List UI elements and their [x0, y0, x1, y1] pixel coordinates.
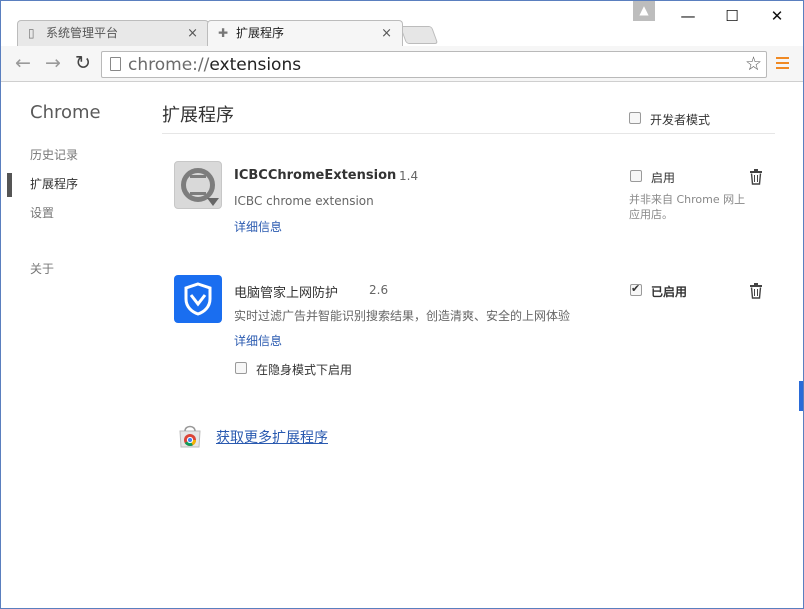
extension-version: 1.4 — [399, 169, 419, 183]
extension-description: 实时过滤广告并智能识别搜索结果，创造清爽、安全的上网体验 — [234, 309, 571, 323]
new-tab-button[interactable] — [399, 26, 439, 44]
extension-name: ICBCChromeExtension — [234, 168, 397, 183]
chrome-web-store-icon — [179, 425, 201, 448]
details-link[interactable]: 详细信息 — [234, 218, 282, 235]
maximize-button[interactable]: ☐ — [717, 5, 747, 27]
background-window-edge — [799, 381, 803, 411]
puzzle-icon: ✚ — [218, 26, 229, 40]
sidebar-item-settings[interactable]: 设置 — [30, 204, 54, 221]
tab-system-platform[interactable]: ▯ 系统管理平台 × — [17, 20, 209, 46]
bookmark-star-icon[interactable]: ☆ — [745, 53, 762, 75]
sidebar-item-about[interactable]: 关于 — [30, 260, 54, 277]
sidebar-selected-marker — [7, 173, 12, 197]
close-window-button[interactable]: ✕ — [762, 5, 792, 27]
browser-toolbar: ← → ↻ chrome://extensions ☆ — [1, 46, 803, 82]
tab-strip: ▯ 系统管理平台 × ✚ 扩展程序 × ▲ — ☐ ✕ — [1, 1, 803, 46]
header-divider — [162, 133, 775, 134]
details-link[interactable]: 详细信息 — [234, 332, 282, 349]
developer-mode-checkbox[interactable] — [629, 112, 641, 124]
get-more-extensions-link[interactable]: 获取更多扩展程序 — [216, 427, 328, 447]
enable-label[interactable]: 启用 — [651, 169, 675, 186]
browser-window: ▯ 系统管理平台 × ✚ 扩展程序 × ▲ — ☐ ✕ ← → ↻ chrome… — [0, 0, 804, 609]
menu-icon[interactable] — [776, 57, 789, 70]
minimize-button[interactable]: — — [673, 5, 703, 27]
icbc-extension-icon — [174, 161, 222, 209]
sidebar-title: Chrome — [30, 102, 101, 123]
enable-checkbox[interactable] — [630, 170, 642, 182]
back-button[interactable]: ← — [11, 52, 35, 76]
extension-version: 2.6 — [369, 283, 389, 297]
tab-label: 扩展程序 — [236, 26, 285, 40]
extension-description: ICBC chrome extension — [234, 194, 374, 208]
reload-button[interactable]: ↻ — [71, 52, 95, 76]
not-from-store-note: 并非来自 Chrome 网上应用店。 — [629, 193, 746, 221]
address-bar[interactable]: chrome://extensions ☆ — [101, 51, 767, 78]
tab-close-icon[interactable]: × — [381, 21, 392, 46]
sidebar-item-history[interactable]: 历史记录 — [30, 146, 78, 163]
tab-close-icon[interactable]: × — [187, 21, 198, 46]
enable-checkbox[interactable] — [630, 282, 642, 296]
forward-button[interactable]: → — [41, 52, 65, 76]
page-icon — [110, 57, 121, 71]
url-text[interactable]: chrome://extensions — [128, 54, 301, 76]
page-icon: ▯ — [28, 26, 35, 40]
tencent-shield-extension-icon — [174, 275, 222, 323]
page-title: 扩展程序 — [162, 105, 234, 126]
incognito-checkbox[interactable] — [235, 362, 247, 374]
developer-mode-label[interactable]: 开发者模式 — [650, 111, 710, 128]
tab-label: 系统管理平台 — [46, 26, 119, 40]
sidebar-item-extensions[interactable]: 扩展程序 — [30, 175, 78, 192]
trash-icon[interactable] — [749, 283, 763, 299]
tab-extensions[interactable]: ✚ 扩展程序 × — [207, 20, 403, 46]
enabled-label[interactable]: 已启用 — [651, 283, 687, 300]
user-profile-icon[interactable]: ▲ — [633, 1, 655, 21]
extension-name: 电脑管家上网防护 — [234, 286, 339, 301]
incognito-label[interactable]: 在隐身模式下启用 — [256, 361, 352, 378]
trash-icon[interactable] — [749, 169, 763, 185]
